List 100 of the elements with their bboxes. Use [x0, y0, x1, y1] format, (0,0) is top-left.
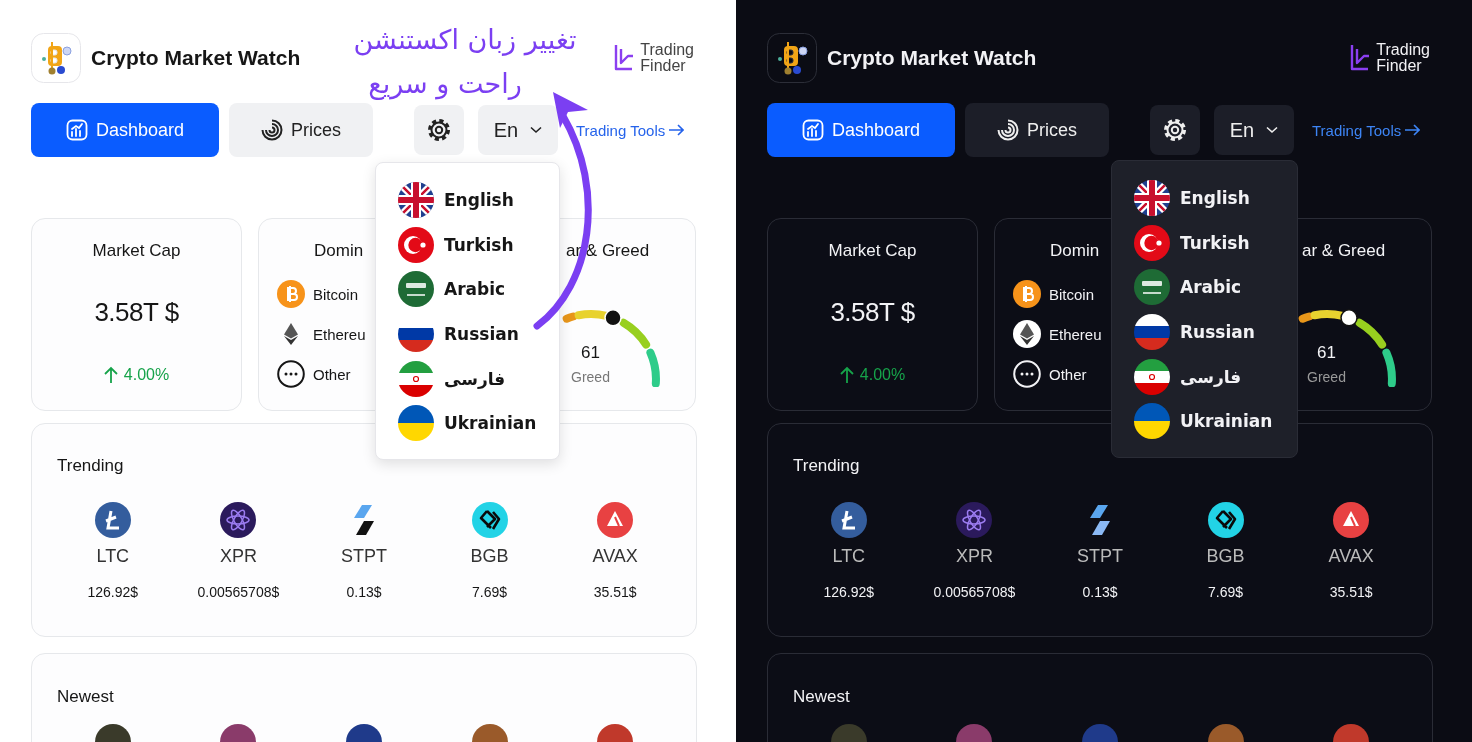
language-option[interactable]: Russian: [398, 311, 559, 357]
coin-icon: [1333, 502, 1370, 538]
coin-icon: [471, 502, 508, 538]
chevron-down-icon: [530, 126, 543, 134]
coin-price: 35.51$: [1329, 584, 1373, 600]
coin-icon: [94, 502, 131, 538]
language-option[interactable]: فارسی: [398, 356, 559, 401]
brand-name: Trading Finder: [640, 42, 694, 74]
card-title: Market Cap: [92, 241, 181, 262]
coin-price: 35.51$: [593, 584, 637, 600]
chart-icon: [801, 119, 824, 141]
language-option[interactable]: Arabic: [398, 267, 559, 312]
coin-symbol: XPR: [955, 546, 993, 567]
coin-price: 0.00565708$: [197, 584, 280, 600]
handwritten-note: تغییر زبان اکستنشن راحت و سریع: [352, 23, 578, 102]
language-option[interactable]: English: [1134, 176, 1297, 221]
language-option[interactable]: Turkish: [398, 222, 559, 268]
chart-icon: [65, 119, 88, 141]
app-title: Crypto Market Watch: [91, 46, 301, 70]
coin-name: Other: [313, 365, 351, 383]
market-cap-value: 3.58T $: [830, 297, 915, 328]
coin-symbol: BGB: [1206, 546, 1245, 567]
card-title: Domin: [314, 241, 364, 262]
coin-icon: [956, 502, 993, 538]
logo-icon: [767, 33, 817, 83]
coin-price: 0.00565708$: [933, 584, 1016, 600]
spiral-icon: [997, 119, 1019, 141]
card-title: Market Cap: [828, 241, 917, 262]
gauge-value: 61: [581, 343, 600, 363]
nav-tab[interactable]: Dashboard: [31, 103, 219, 157]
language-option[interactable]: Russian: [1134, 309, 1297, 355]
section-title: Trending: [57, 456, 125, 476]
change-percent: 4.00%: [859, 366, 906, 384]
arrow-right-icon: [1404, 124, 1421, 136]
flag-icon: [1134, 224, 1170, 261]
section-title: Newest: [793, 687, 851, 707]
bitcoin-icon: [277, 280, 305, 308]
section-title: Newest: [57, 687, 115, 707]
brand-name: Trading Finder: [1376, 42, 1430, 74]
nav-tab[interactable]: Prices: [965, 103, 1109, 157]
change-percent: 4.00%: [123, 366, 170, 384]
language-select[interactable]: En: [478, 105, 558, 155]
coin-price: 126.92$: [823, 584, 875, 600]
settings-button[interactable]: [1150, 105, 1200, 155]
coin-symbol: STPT: [340, 546, 387, 567]
coin-icon: [597, 502, 634, 538]
coin-name: Bitcoin: [313, 285, 359, 303]
flag-icon: [398, 226, 434, 263]
ethereum-icon: [1013, 320, 1041, 348]
coin-symbol: LTC: [832, 546, 866, 567]
coin-name: Ethereu: [1049, 325, 1102, 343]
coin-name: Bitcoin: [1049, 285, 1095, 303]
language-option[interactable]: فارسی: [1134, 354, 1297, 399]
language-option[interactable]: English: [398, 178, 559, 223]
flag-icon: [398, 405, 434, 442]
trading-tools-link[interactable]: Trading Tools: [576, 121, 685, 139]
gauge-label: Greed: [571, 369, 610, 385]
gauge-value: 61: [1317, 343, 1336, 363]
coin-price: 7.69$: [1208, 584, 1244, 600]
brand-logo-icon: [1349, 43, 1372, 73]
coin-symbol: STPT: [1076, 546, 1123, 567]
more-icon: [1013, 360, 1041, 388]
coin-price: 0.13$: [346, 584, 382, 600]
coin-symbol: BGB: [470, 546, 509, 567]
gauge-label: Greed: [1307, 369, 1346, 385]
coin-icon: [1207, 502, 1244, 538]
market-cap-value: 3.58T $: [94, 297, 179, 328]
coin-symbol: LTC: [96, 546, 130, 567]
coin-icon: [830, 502, 867, 538]
arrow-right-icon: [668, 124, 685, 136]
flag-icon: [1134, 314, 1170, 351]
language-select[interactable]: En: [1214, 105, 1294, 155]
brand-logo-icon: [613, 43, 636, 73]
coin-symbol: AVAX: [592, 546, 638, 567]
section-title: Trending: [793, 456, 861, 476]
coin-price: 0.13$: [1082, 584, 1118, 600]
coin-icon: [220, 502, 257, 538]
trading-tools-link[interactable]: Trading Tools: [1312, 121, 1421, 139]
settings-icon: [426, 117, 452, 143]
nav-tab[interactable]: Prices: [229, 103, 373, 157]
bitcoin-icon: [1013, 280, 1041, 308]
chevron-down-icon: [1266, 126, 1279, 134]
language-option[interactable]: Ukrainian: [1134, 398, 1297, 444]
nav-tab[interactable]: Dashboard: [767, 103, 955, 157]
settings-button[interactable]: [414, 105, 464, 155]
language-option[interactable]: Turkish: [1134, 220, 1297, 266]
flag-icon: [1134, 180, 1170, 217]
flag-icon: [398, 360, 434, 397]
flag-icon: [398, 271, 434, 308]
settings-icon: [1162, 117, 1188, 143]
flag-icon: [1134, 403, 1170, 440]
coin-name: Other: [1049, 365, 1087, 383]
language-option[interactable]: Ukrainian: [398, 400, 559, 446]
coin-symbol: AVAX: [1328, 546, 1374, 567]
flag-icon: [398, 182, 434, 219]
app-title: Crypto Market Watch: [827, 46, 1037, 70]
logo-icon: [31, 33, 81, 83]
language-option[interactable]: Arabic: [1134, 265, 1297, 310]
coin-name: Ethereu: [313, 325, 366, 343]
spiral-icon: [261, 119, 283, 141]
